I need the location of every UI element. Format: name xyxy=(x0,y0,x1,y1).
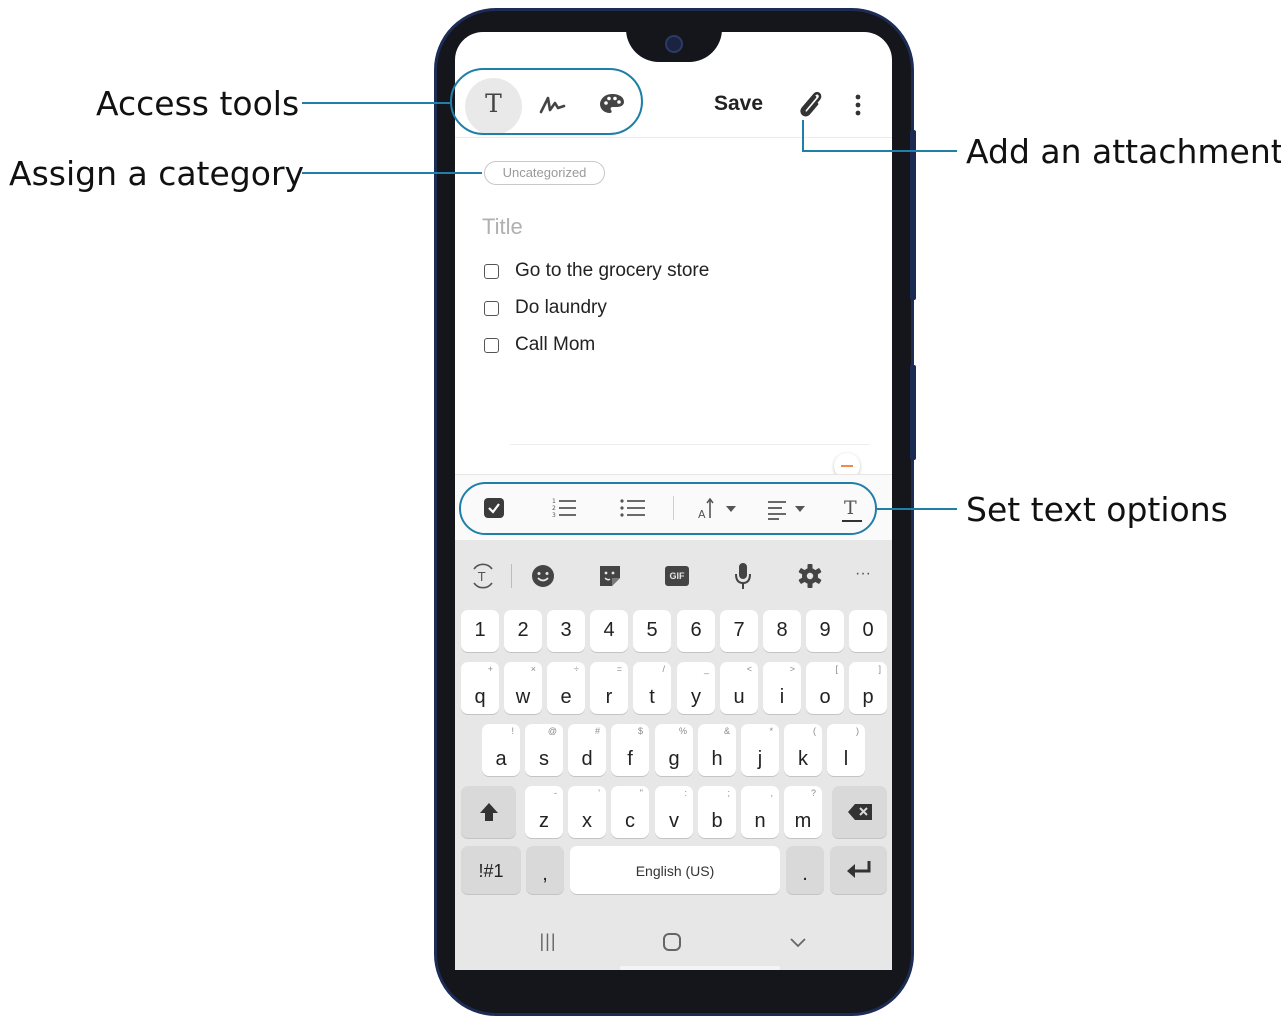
key-9[interactable]: 9 xyxy=(806,610,844,652)
checkbox-icon[interactable] xyxy=(484,300,499,316)
emoji-icon[interactable] xyxy=(531,564,555,588)
period-key[interactable]: . xyxy=(786,846,824,894)
key-r[interactable]: = r xyxy=(590,662,628,714)
more-options-icon[interactable] xyxy=(853,92,863,118)
key-1[interactable]: 1 xyxy=(461,610,499,652)
key-m[interactable]: ? m xyxy=(784,786,822,838)
key-q[interactable]: + q xyxy=(461,662,499,714)
key-5[interactable]: 5 xyxy=(633,610,671,652)
note-title-field[interactable]: Title xyxy=(482,214,523,240)
key-t[interactable]: / t xyxy=(633,662,671,714)
recents-button[interactable]: ||| xyxy=(533,931,563,952)
key-e[interactable]: ÷ e xyxy=(547,662,585,714)
paperclip-icon[interactable] xyxy=(795,88,825,120)
comma-key[interactable]: , xyxy=(526,846,564,894)
key-v[interactable]: :v xyxy=(655,786,693,838)
key-d[interactable]: # d xyxy=(568,724,606,776)
key-4[interactable]: 4 xyxy=(590,610,628,652)
callout-access-tools: Access tools xyxy=(96,84,300,123)
checklist-item-text: Do laundry xyxy=(515,297,607,318)
key-l[interactable]: ) l xyxy=(827,724,865,776)
key-s[interactable]: @ s xyxy=(525,724,563,776)
key-k[interactable]: (k xyxy=(784,724,822,776)
leader-access-tools xyxy=(302,102,450,104)
save-button[interactable]: Save xyxy=(714,92,763,116)
checklist-item-text: Call Mom xyxy=(515,334,596,355)
key-f[interactable]: $ f xyxy=(611,724,649,776)
key-b[interactable]: ; b xyxy=(698,786,736,838)
minus-icon xyxy=(841,465,853,467)
checkbox-icon[interactable] xyxy=(484,337,499,353)
checklist-item-text: Go to the grocery store xyxy=(515,260,710,281)
shift-arrow-icon xyxy=(480,803,498,821)
svg-text:T: T xyxy=(477,570,486,584)
symbols-key[interactable]: !#1 xyxy=(461,846,521,894)
backspace-key[interactable] xyxy=(832,786,887,838)
leader-add-attachment xyxy=(802,150,957,152)
key-n[interactable]: ,n xyxy=(741,786,779,838)
checklist-item[interactable]: Call Mom xyxy=(484,332,595,358)
mic-icon[interactable] xyxy=(733,561,753,591)
enter-icon xyxy=(847,861,871,878)
checkbox-icon[interactable] xyxy=(484,263,499,279)
checklist-item[interactable]: Go to the grocery store xyxy=(484,258,709,284)
key-i[interactable]: > i xyxy=(763,662,801,714)
key-x[interactable]: ' x xyxy=(568,786,606,838)
key-8[interactable]: 8 xyxy=(763,610,801,652)
translate-icon[interactable]: T xyxy=(468,561,498,591)
chevron-down-icon[interactable] xyxy=(788,935,808,949)
key-j[interactable]: * j xyxy=(741,724,779,776)
front-camera xyxy=(665,35,683,53)
key-7[interactable]: 7 xyxy=(720,610,758,652)
callout-add-attachment: Add an attachment xyxy=(966,132,1281,171)
checklist-item[interactable]: Do laundry xyxy=(484,295,607,321)
leader-text-options xyxy=(877,508,957,510)
gear-icon[interactable] xyxy=(797,563,823,589)
key-2[interactable]: 2 xyxy=(504,610,542,652)
key-w[interactable]: × w xyxy=(504,662,542,714)
sticker-icon[interactable] xyxy=(597,563,623,589)
power-button xyxy=(910,365,916,460)
enter-key[interactable] xyxy=(830,846,887,894)
shift-key[interactable] xyxy=(461,786,516,838)
callout-assign-category: Assign a category xyxy=(9,154,305,193)
leader-add-attachment-vertical xyxy=(802,120,804,151)
key-0[interactable]: 0 xyxy=(849,610,887,652)
callout-text-options: Set text options xyxy=(966,490,1228,529)
leader-assign-category xyxy=(302,172,482,174)
content-divider xyxy=(510,444,870,445)
gesture-hint xyxy=(620,966,780,970)
home-icon[interactable] xyxy=(663,933,681,951)
volume-button xyxy=(910,130,916,300)
keyboard-toolbar-divider xyxy=(511,564,512,588)
more-icon[interactable]: ··· xyxy=(850,565,876,583)
key-z[interactable]: -z xyxy=(525,786,563,838)
key-h[interactable]: & h xyxy=(698,724,736,776)
access-tools-highlight xyxy=(450,68,643,135)
backspace-icon xyxy=(848,804,872,820)
text-options-highlight xyxy=(459,482,877,535)
key-c[interactable]: " c xyxy=(611,786,649,838)
key-g[interactable]: % g xyxy=(655,724,693,776)
key-a[interactable]: ! a xyxy=(482,724,520,776)
gif-icon[interactable]: GIF xyxy=(665,566,689,586)
toolbar-divider xyxy=(455,137,892,138)
key-o[interactable]: [o xyxy=(806,662,844,714)
key-6[interactable]: 6 xyxy=(677,610,715,652)
key-u[interactable]: < u xyxy=(720,662,758,714)
key-p[interactable]: ] p xyxy=(849,662,887,714)
space-key[interactable]: English (US) xyxy=(570,846,780,894)
key-3[interactable]: 3 xyxy=(547,610,585,652)
key-y[interactable]: _ y xyxy=(677,662,715,714)
category-chip[interactable]: Uncategorized xyxy=(484,161,605,185)
